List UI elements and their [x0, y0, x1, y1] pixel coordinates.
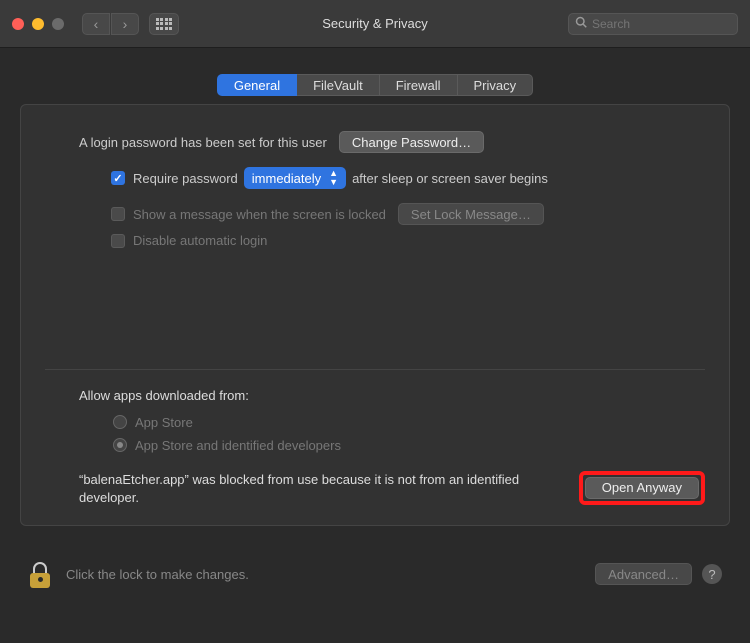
general-panel: A login password has been set for this u…: [20, 104, 730, 526]
require-password-after-text: after sleep or screen saver begins: [352, 171, 548, 186]
grid-icon: [156, 18, 173, 30]
open-anyway-highlight: Open Anyway: [579, 471, 705, 505]
advanced-button: Advanced…: [595, 563, 692, 585]
traffic-lights: [12, 18, 64, 30]
divider: [45, 369, 705, 370]
footer: Click the lock to make changes. Advanced…: [0, 560, 750, 588]
show-message-label: Show a message when the screen is locked: [133, 207, 386, 222]
disable-auto-login-label: Disable automatic login: [133, 233, 267, 248]
tabs: General FileVault Firewall Privacy: [0, 74, 750, 96]
tab-privacy[interactable]: Privacy: [458, 74, 534, 96]
radio-identified-label: App Store and identified developers: [135, 438, 341, 453]
lock-icon[interactable]: [28, 560, 52, 588]
show-all-prefs-button[interactable]: [149, 13, 179, 35]
chevron-right-icon: ›: [123, 16, 128, 32]
radio-app-store-label: App Store: [135, 415, 193, 430]
zoom-window-button-disabled: [52, 18, 64, 30]
tab-firewall[interactable]: Firewall: [380, 74, 458, 96]
require-password-delay-select[interactable]: immediately ▲▼: [244, 167, 346, 189]
tab-general[interactable]: General: [217, 74, 297, 96]
blocked-app-message: “balenaEtcher.app” was blocked from use …: [79, 471, 579, 507]
tab-filevault[interactable]: FileVault: [297, 74, 380, 96]
radio-identified-developers: [113, 438, 127, 452]
login-password-text: A login password has been set for this u…: [79, 135, 327, 150]
change-password-button[interactable]: Change Password…: [339, 131, 484, 153]
require-password-checkbox[interactable]: [111, 171, 125, 185]
close-window-button[interactable]: [12, 18, 24, 30]
minimize-window-button[interactable]: [32, 18, 44, 30]
radio-app-store: [113, 415, 127, 429]
search-input[interactable]: [592, 17, 731, 31]
forward-button[interactable]: ›: [111, 13, 139, 35]
chevron-left-icon: ‹: [94, 16, 99, 32]
updown-icon: ▲▼: [329, 169, 338, 187]
back-button[interactable]: ‹: [82, 13, 110, 35]
disable-auto-login-checkbox: [111, 234, 125, 248]
require-password-label: Require password: [133, 171, 238, 186]
set-lock-message-button: Set Lock Message…: [398, 203, 544, 225]
allow-apps-label: Allow apps downloaded from:: [79, 388, 705, 403]
search-icon: [575, 16, 587, 31]
show-message-checkbox: [111, 207, 125, 221]
help-button[interactable]: ?: [702, 564, 722, 584]
titlebar: ‹ › Security & Privacy: [0, 0, 750, 48]
require-password-delay-value: immediately: [252, 171, 321, 186]
lock-text: Click the lock to make changes.: [66, 567, 249, 582]
open-anyway-button[interactable]: Open Anyway: [585, 477, 699, 499]
nav-group: ‹ ›: [82, 13, 139, 35]
window-title: Security & Privacy: [322, 16, 427, 31]
search-field[interactable]: [568, 13, 738, 35]
